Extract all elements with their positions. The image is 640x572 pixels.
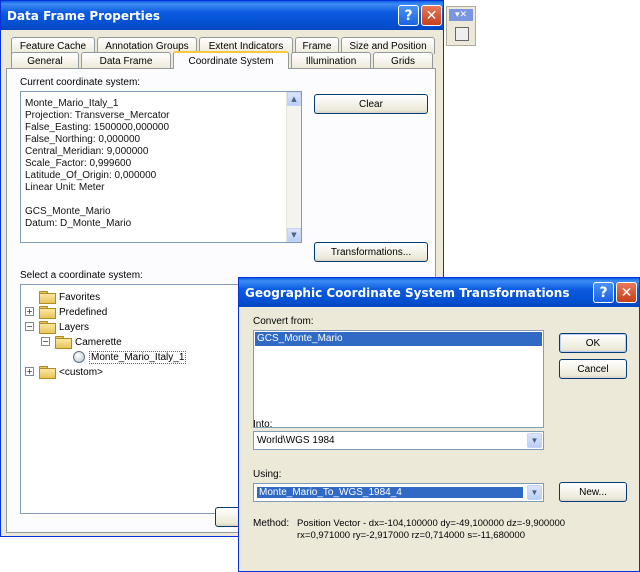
cancel-button[interactable]: Cancel bbox=[559, 359, 627, 379]
chevron-down-icon[interactable]: ▼ bbox=[527, 485, 542, 500]
collapse-icon[interactable]: − bbox=[25, 322, 34, 331]
dialog2-title: Geographic Coordinate System Transformat… bbox=[245, 285, 570, 300]
chevron-down-icon[interactable]: ▼ bbox=[527, 433, 542, 448]
toolbar-doc-icon[interactable] bbox=[455, 27, 469, 41]
close-icon[interactable]: ✕ bbox=[616, 282, 637, 303]
cs-line: Projection: Transverse_Mercator bbox=[25, 110, 170, 121]
new-button[interactable]: New... bbox=[559, 482, 627, 502]
folder-icon bbox=[39, 306, 56, 319]
dialog1-titlebar[interactable]: Data Frame Properties bbox=[1, 1, 443, 30]
tab-coordinate-system[interactable]: Coordinate System bbox=[173, 51, 289, 69]
close-icon[interactable]: ✕ bbox=[421, 5, 442, 26]
cs-line: False_Northing: 0,000000 bbox=[25, 134, 141, 145]
tree-item-favorites[interactable]: Favorites bbox=[39, 290, 100, 304]
scroll-down-icon[interactable]: ▼ bbox=[287, 228, 301, 242]
current-cs-textbox[interactable]: Monte_Mario_Italy_1 Projection: Transver… bbox=[20, 91, 302, 243]
folder-open-icon bbox=[55, 336, 72, 349]
convert-from-label: Convert from: bbox=[253, 316, 314, 327]
expand-icon[interactable]: + bbox=[25, 367, 34, 376]
method-line-1: Position Vector - dx=-104,100000 dy=-49,… bbox=[297, 518, 566, 529]
cs-line: Latitude_Of_Origin: 0,000000 bbox=[25, 170, 157, 181]
folder-icon bbox=[39, 366, 56, 379]
globe-icon bbox=[73, 351, 85, 363]
cs-line: Monte_Mario_Italy_1 bbox=[25, 98, 119, 109]
scroll-up-icon[interactable]: ▲ bbox=[287, 92, 301, 106]
ok-button[interactable]: OK bbox=[559, 333, 627, 353]
current-cs-label: Current coordinate system: bbox=[20, 77, 141, 88]
tab-data-frame[interactable]: Data Frame bbox=[81, 52, 171, 69]
into-label: Into: bbox=[253, 419, 273, 430]
folder-icon bbox=[39, 291, 56, 304]
cs-line: Linear Unit: Meter bbox=[25, 182, 105, 193]
using-select[interactable]: Monte_Mario_To_WGS_1984_4 ▼ bbox=[253, 483, 544, 502]
dialog1-title: Data Frame Properties bbox=[7, 8, 161, 23]
cs-line: Datum: D_Monte_Mario bbox=[25, 218, 132, 229]
tab-general[interactable]: General bbox=[11, 52, 79, 69]
cs-line: GCS_Monte_Mario bbox=[25, 206, 111, 217]
tree-item-camerette[interactable]: Camerette bbox=[55, 335, 122, 349]
tab-grids[interactable]: Grids bbox=[373, 52, 433, 69]
dialog2-titlebar[interactable]: Geographic Coordinate System Transformat… bbox=[239, 278, 639, 307]
method-line-2: rx=0,971000 ry=-2,917000 rz=0,714000 s=-… bbox=[297, 530, 525, 541]
tree-item-predefined[interactable]: Predefined bbox=[39, 305, 107, 319]
clear-button[interactable]: Clear bbox=[314, 94, 428, 114]
folder-open-icon bbox=[39, 321, 56, 334]
method-label: Method: bbox=[253, 518, 290, 529]
help-icon[interactable]: ? bbox=[593, 282, 614, 303]
cs-line: False_Easting: 1500000,000000 bbox=[25, 122, 170, 133]
cs-line: Central_Meridian: 9,000000 bbox=[25, 146, 149, 157]
cs-line: Scale_Factor: 0,999600 bbox=[25, 158, 132, 169]
gcs-transformations-dialog: Geographic Coordinate System Transformat… bbox=[238, 277, 640, 572]
convert-from-list[interactable]: GCS_Monte_Mario bbox=[253, 330, 544, 428]
select-cs-label: Select a coordinate system: bbox=[20, 270, 143, 281]
toolbar-close-icon[interactable]: ▾✕ bbox=[449, 9, 473, 21]
using-label: Using: bbox=[253, 469, 282, 480]
toolbar-fragment: ▾✕ bbox=[446, 6, 476, 46]
collapse-icon[interactable]: − bbox=[41, 337, 50, 346]
tree-item-monte-mario-italy-1[interactable]: Monte_Mario_Italy_1 bbox=[73, 350, 187, 364]
list-item[interactable]: GCS_Monte_Mario bbox=[255, 332, 542, 346]
tree-item-custom[interactable]: <custom> bbox=[39, 365, 103, 379]
into-select[interactable]: World\WGS 1984 ▼ bbox=[253, 431, 544, 450]
cs-scrollbar[interactable]: ▲ ▼ bbox=[286, 92, 301, 242]
cs-tree[interactable]: Favorites + Predefined − Layers − Camere… bbox=[20, 284, 256, 514]
tree-item-layers[interactable]: Layers bbox=[39, 320, 89, 334]
transformations-button[interactable]: Transformations... bbox=[314, 242, 428, 262]
expand-icon[interactable]: + bbox=[25, 307, 34, 316]
help-icon[interactable]: ? bbox=[398, 5, 419, 26]
tab-illumination[interactable]: Illumination bbox=[291, 52, 371, 69]
